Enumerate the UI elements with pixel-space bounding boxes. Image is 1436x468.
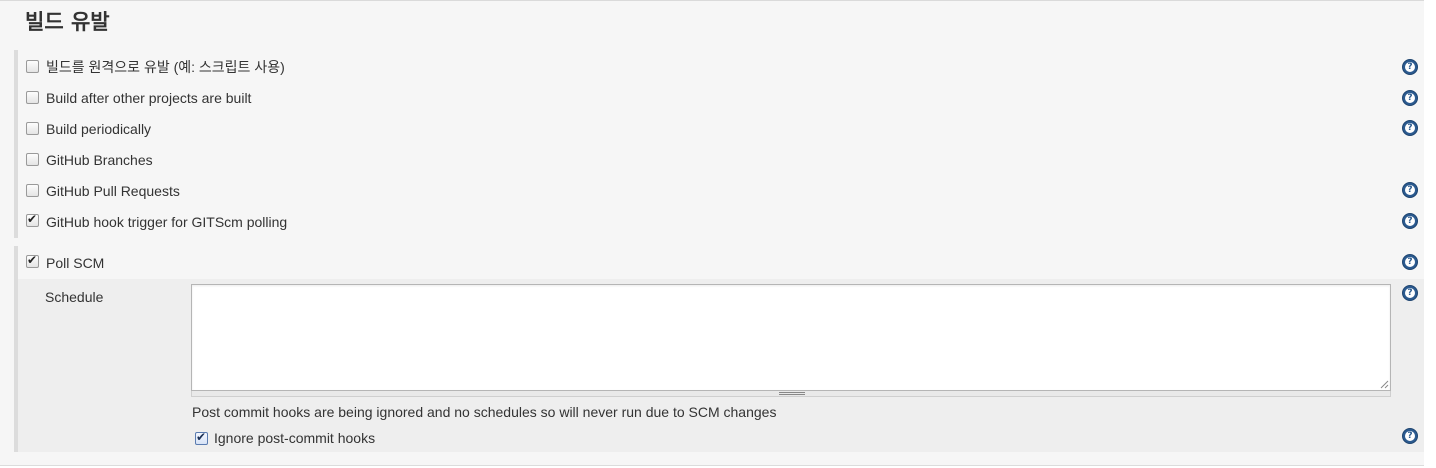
trigger-row-github-pull-requests: ✔ GitHub Pull Requests ? xyxy=(0,176,1436,206)
ignore-post-commit-hooks-checkbox[interactable]: ✔ xyxy=(195,430,208,445)
help-question-icon[interactable]: ? xyxy=(1402,213,1418,229)
trigger-checkbox-github-hook[interactable]: ✔ xyxy=(26,212,39,227)
resize-grip-icon[interactable] xyxy=(1380,380,1389,389)
trigger-checkbox-poll-scm[interactable]: ✔ xyxy=(26,253,39,268)
checkmark-icon: ✔ xyxy=(27,212,38,226)
trigger-row-github-hook: ✔ GitHub hook trigger for GITScm polling… xyxy=(0,207,1436,237)
resize-handle-icon[interactable] xyxy=(779,392,805,395)
checkmark-icon: ✔ xyxy=(196,430,207,444)
trigger-label-github-pull-requests: GitHub Pull Requests xyxy=(46,183,180,199)
help-question-icon[interactable]: ? xyxy=(1402,59,1418,75)
schedule-label: Schedule xyxy=(45,289,104,305)
trigger-row-periodically: ✔ Build periodically ? xyxy=(0,114,1436,144)
trigger-row-remote: ✔ 빌드를 원격으로 유발 (예: 스크립트 사용) ? xyxy=(0,52,1436,82)
checkmark-icon: ✔ xyxy=(27,253,38,267)
trigger-checkbox-remote[interactable]: ✔ xyxy=(26,60,39,73)
trigger-checkbox-after-other-projects[interactable]: ✔ xyxy=(26,91,39,104)
help-question-icon[interactable]: ? xyxy=(1402,90,1418,106)
section-title: 빌드 유발 xyxy=(25,10,110,34)
trigger-label-poll-scm: Poll SCM xyxy=(46,255,105,271)
trigger-label-periodically: Build periodically xyxy=(46,121,152,137)
trigger-label-after-other-projects: Build after other projects are built xyxy=(46,90,252,106)
trigger-checkbox-github-pull-requests[interactable]: ✔ xyxy=(26,184,39,197)
top-divider xyxy=(0,0,1436,1)
trigger-checkbox-periodically[interactable]: ✔ xyxy=(26,122,39,135)
help-question-icon[interactable]: ? xyxy=(1402,285,1418,301)
trigger-label-remote: 빌드를 원격으로 유발 (예: 스크립트 사용) xyxy=(46,59,285,75)
textarea-resize-bar[interactable] xyxy=(191,391,1391,397)
schedule-textarea[interactable] xyxy=(191,284,1391,391)
help-question-icon[interactable]: ? xyxy=(1402,428,1418,444)
trigger-row-github-branches: ✔ GitHub Branches xyxy=(0,145,1436,175)
help-question-icon[interactable]: ? xyxy=(1402,182,1418,198)
schedule-warning-note: Post commit hooks are being ignored and … xyxy=(192,404,777,420)
trigger-row-poll-scm: ✔ Poll SCM ? xyxy=(0,248,1436,278)
ignore-post-commit-hooks-label: Ignore post-commit hooks xyxy=(214,430,376,446)
help-question-icon[interactable]: ? xyxy=(1402,120,1418,136)
trigger-checkbox-github-branches[interactable]: ✔ xyxy=(26,153,39,166)
help-question-icon[interactable]: ? xyxy=(1402,254,1418,270)
trigger-label-github-branches: GitHub Branches xyxy=(46,152,153,168)
trigger-row-after-other-projects: ✔ Build after other projects are built ? xyxy=(0,83,1436,113)
trigger-label-github-hook: GitHub hook trigger for GITScm polling xyxy=(46,214,288,230)
